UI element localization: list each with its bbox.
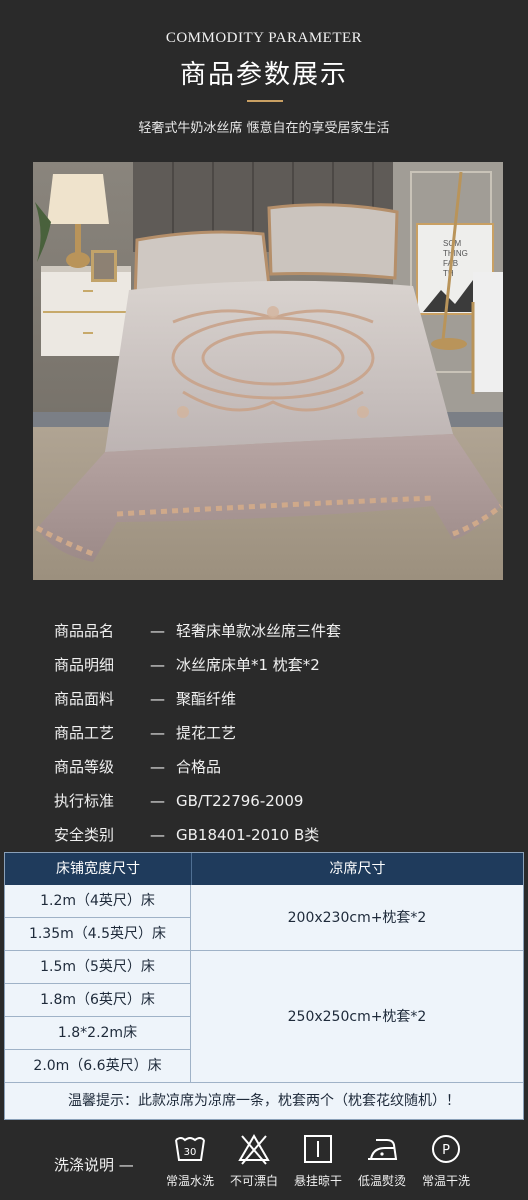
param-dash: — (150, 724, 165, 742)
table-row-bed-size: 2.0m（6.6英尺）床 (5, 1050, 191, 1083)
param-row-safety: 安全类别 — GB18401-2010 B类 (54, 824, 319, 848)
table-row-bed-size: 1.8m（6英尺）床 (5, 984, 191, 1017)
param-dash: — (150, 622, 165, 640)
wash-item: 30 常温水洗 (158, 1132, 222, 1189)
chinese-title: 商品参数展示 (179, 60, 348, 90)
wash-instructions: 洗涤说明 — 30 常温水洗 不可漂白 悬挂晾干 低温熨烫 P 常温干洗 (0, 1124, 528, 1200)
table-header-bed-width: 床铺宽度尺寸 (5, 853, 191, 885)
param-value: 提花工艺 (176, 724, 237, 742)
table-row-bed-size: 1.8*2.2m床 (5, 1017, 191, 1050)
param-value: 聚酯纤维 (176, 690, 237, 708)
mat-size-small: 200x230cm+枕套*2 (191, 885, 523, 951)
subtitle: 轻奢式牛奶冰丝席 惬意自在的享受居家生活 (138, 121, 390, 136)
wash-label: 低温熨烫 (357, 1174, 406, 1188)
param-value: 冰丝席床单*1 枕套*2 (176, 656, 320, 674)
param-row-fabric: 商品面料 — 聚酯纤维 (54, 688, 236, 712)
wash-item: 悬挂晾干 (286, 1132, 350, 1189)
wash-temp-text: 30 (184, 1147, 197, 1158)
low-iron-icon (368, 1139, 398, 1160)
param-key: 商品工艺 (54, 724, 115, 742)
product-photo: SOM THING FAB TH (33, 162, 503, 580)
param-row-detail: 商品明细 — 冰丝席床单*1 枕套*2 (54, 654, 320, 678)
param-dash: — (150, 758, 165, 776)
size-table: 床铺宽度尺寸 凉席尺寸 1.2m（4英尺）床 1.35m（4.5英尺）床 1.5… (4, 852, 524, 1120)
param-key: 商品明细 (54, 656, 115, 674)
param-value: 轻奢床单款冰丝席三件套 (176, 622, 342, 640)
table-header-mat-size: 凉席尺寸 (191, 853, 523, 885)
param-value: GB18401-2010 B类 (176, 826, 320, 844)
param-key: 商品等级 (54, 758, 115, 776)
sign-text-2: THING (443, 249, 468, 258)
no-bleach-icon (238, 1134, 270, 1165)
bedroom-illustration: SOM THING FAB TH (33, 162, 503, 580)
param-row-craft: 商品工艺 — 提花工艺 (54, 722, 236, 746)
dry-clean-icon: P (432, 1135, 460, 1163)
wash-label: 常温水洗 (165, 1174, 214, 1188)
english-title: COMMODITY PARAMETER (165, 30, 363, 46)
wash-label: 悬挂晾干 (293, 1174, 342, 1188)
wash-title: 洗涤说明 — (54, 1156, 134, 1174)
param-dash: — (150, 690, 165, 708)
param-dash: — (150, 792, 165, 810)
wash-label: 常温干洗 (421, 1174, 470, 1188)
wash-item: P 常温干洗 (414, 1132, 478, 1189)
wash-30-icon: 30 (175, 1137, 205, 1161)
table-note: 温馨提示：此款凉席为凉席一条，枕套两个（枕套花纹随机）！ (5, 1084, 523, 1119)
mat-size-large: 250x250cm+枕套*2 (191, 951, 523, 1083)
param-value: 合格品 (176, 758, 222, 776)
param-row-standard: 执行标准 — GB/T22796-2009 (54, 790, 303, 814)
param-dash: — (150, 656, 165, 674)
param-key: 执行标准 (54, 792, 115, 810)
page-header: COMMODITY PARAMETER 商品参数展示 轻奢式牛奶冰丝席 惬意自在… (0, 0, 528, 160)
hang-dry-icon (304, 1135, 332, 1163)
wash-item: 低温熨烫 (350, 1132, 414, 1189)
param-key: 商品面料 (54, 690, 115, 708)
table-row-bed-size: 1.2m（4英尺）床 (5, 885, 191, 918)
table-row-bed-size: 1.35m（4.5英尺）床 (5, 918, 191, 951)
param-value: GB/T22796-2009 (176, 792, 304, 810)
param-row-grade: 商品等级 — 合格品 (54, 756, 221, 780)
wash-label: 不可漂白 (229, 1174, 278, 1188)
param-key: 商品品名 (54, 622, 115, 640)
dry-clean-letter: P (442, 1143, 450, 1158)
param-key: 安全类别 (54, 826, 115, 844)
param-dash: — (150, 826, 165, 844)
param-row-name: 商品品名 — 轻奢床单款冰丝席三件套 (54, 620, 341, 644)
table-row-bed-size: 1.5m（5英尺）床 (5, 951, 191, 984)
wash-item: 不可漂白 (222, 1132, 286, 1189)
title-divider (247, 100, 283, 102)
